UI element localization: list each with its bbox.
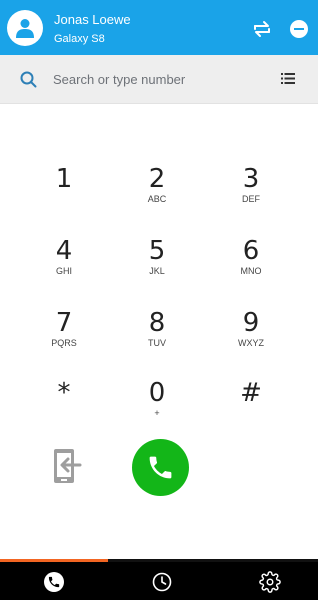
switch-device-button[interactable] <box>252 20 272 38</box>
key-digit: 5 <box>148 236 166 266</box>
key-letters: GHI <box>55 266 72 276</box>
key-hash[interactable]: # <box>216 374 286 430</box>
phone-icon <box>149 456 172 479</box>
key-digit: 2 <box>148 164 166 194</box>
nav-settings[interactable] <box>259 571 281 593</box>
gear-icon <box>259 571 281 593</box>
key-digit: 0 <box>148 378 166 408</box>
key-digit: 8 <box>148 308 166 338</box>
key-letters: DEF <box>242 194 260 204</box>
key-star[interactable]: * <box>29 374 99 430</box>
key-letters: PQRS <box>51 338 77 348</box>
key-8[interactable]: 8 TUV <box>122 304 192 360</box>
key-letters: ABC <box>147 194 167 204</box>
nav-dialer[interactable] <box>43 571 65 593</box>
app-header: Jonas Loewe Galaxy S8 <box>0 0 318 55</box>
key-4[interactable]: 4 GHI <box>29 232 99 288</box>
search-bar <box>0 55 318 104</box>
key-digit: # <box>240 378 262 408</box>
key-0[interactable]: 0 + <box>122 374 192 430</box>
contact-name: Jonas Loewe <box>54 12 131 27</box>
key-2[interactable]: 2 ABC <box>122 160 192 216</box>
key-digit: 3 <box>242 164 260 194</box>
key-digit: 4 <box>55 236 73 266</box>
key-1[interactable]: 1 <box>29 160 99 216</box>
bottom-nav <box>0 562 318 600</box>
key-letters: JKL <box>149 266 165 276</box>
call-button[interactable] <box>132 439 189 496</box>
swap-arrows-icon <box>254 21 270 37</box>
device-name: Galaxy S8 <box>54 33 105 45</box>
remove-button[interactable] <box>290 20 308 38</box>
key-digit: 6 <box>242 236 260 266</box>
key-digit: 9 <box>242 308 260 338</box>
key-9[interactable]: 9 WXYZ <box>216 304 286 360</box>
search-icon[interactable] <box>20 71 37 88</box>
contact-avatar[interactable] <box>7 10 43 46</box>
key-letters: WXYZ <box>238 338 264 348</box>
key-letters: MNO <box>240 266 262 276</box>
key-3[interactable]: 3 DEF <box>216 160 286 216</box>
person-icon <box>16 19 34 38</box>
key-6[interactable]: 6 MNO <box>216 232 286 288</box>
phone-transfer-icon <box>54 449 82 483</box>
transfer-call-button[interactable] <box>49 447 83 485</box>
key-5[interactable]: 5 JKL <box>122 232 192 288</box>
key-digit: * <box>57 378 71 408</box>
nav-history[interactable] <box>151 571 173 593</box>
key-7[interactable]: 7 PQRS <box>29 304 99 360</box>
clock-icon <box>152 572 172 592</box>
list-icon[interactable] <box>281 73 295 84</box>
key-letters: TUV <box>148 338 166 348</box>
key-letters: + <box>154 408 160 418</box>
search-input[interactable] <box>53 69 253 89</box>
phone-icon <box>44 572 64 592</box>
key-digit: 1 <box>55 164 73 194</box>
key-digit: 7 <box>55 308 73 338</box>
